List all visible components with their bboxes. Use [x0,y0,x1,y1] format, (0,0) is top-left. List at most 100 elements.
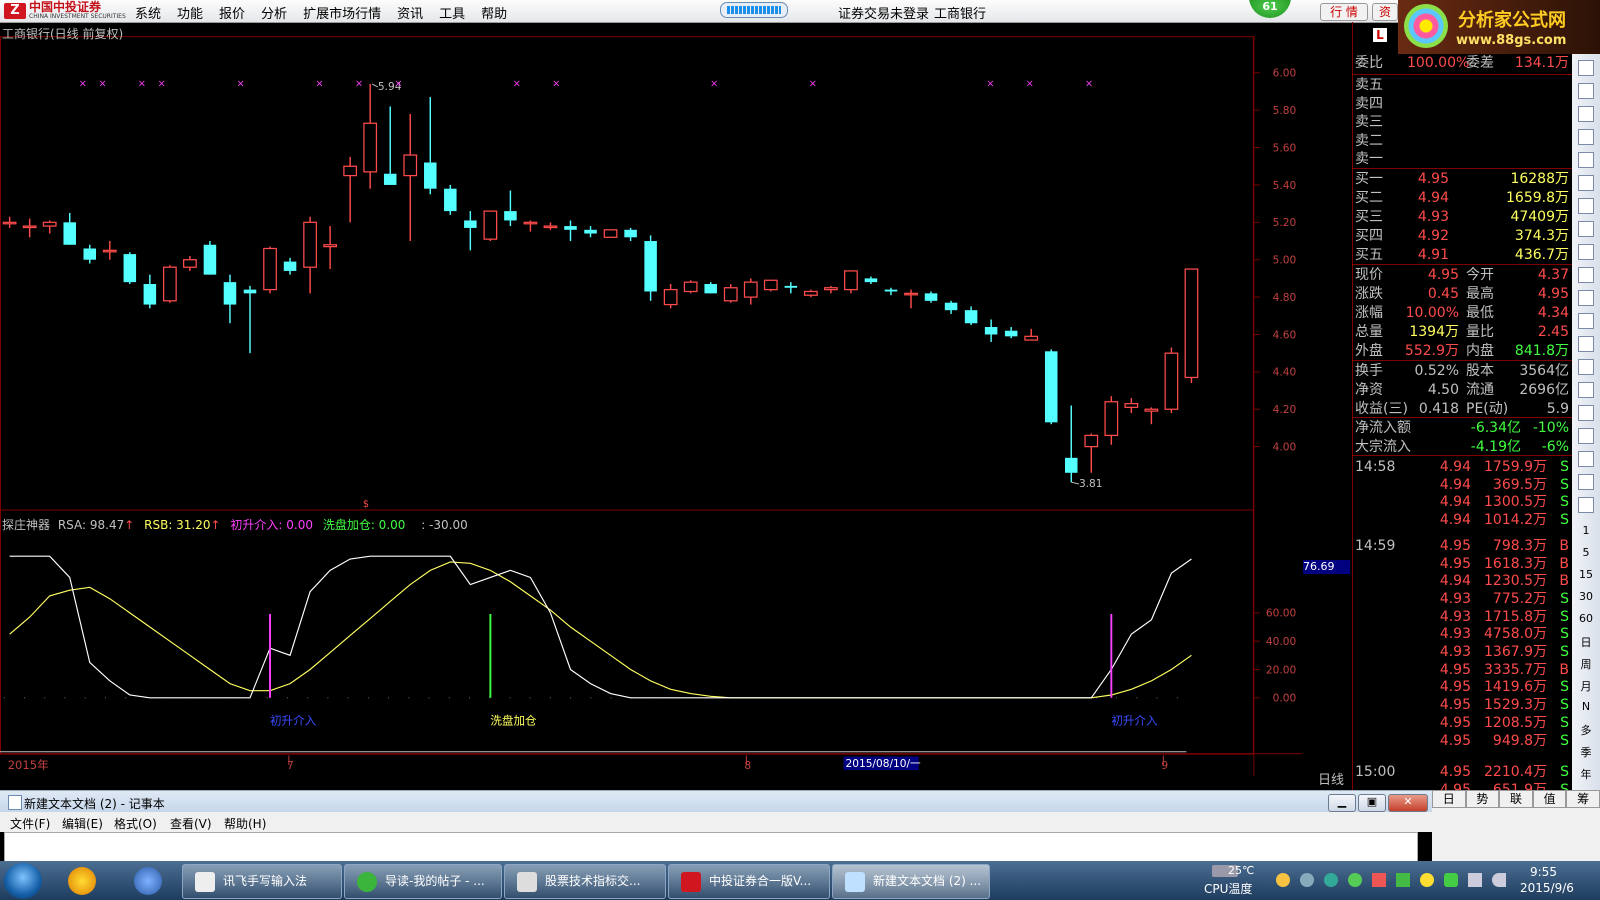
toolstrip-tool-icon[interactable] [1578,175,1594,191]
fin-value: 4.50 [1427,382,1459,398]
kline-chart[interactable]: 6.00 5.80 5.60 5.40 5.20 5.00 4.80 4.60 4.40 4.20… [0,22,1302,790]
flow-value: -6.34亿 [1470,420,1521,436]
period-shortcut[interactable]: 1 [1574,524,1598,537]
tray-volume-icon[interactable] [1492,873,1506,887]
tray-plus-icon[interactable] [1420,873,1434,887]
taskbar-app-indicator[interactable]: 股票技术指标交... [504,864,666,899]
toolstrip-tool-icon[interactable] [1578,244,1594,260]
toolstrip-tool-icon[interactable] [1578,451,1594,467]
tick-price: 4.93 [1439,608,1471,625]
toolstrip-tool-icon[interactable] [1578,129,1594,145]
menu-quote[interactable]: 报价 [211,3,253,22]
tray-monitor-icon[interactable] [1468,873,1482,887]
notepad-titlebar[interactable]: 新建文本文档 (2) - 记事本 [0,790,1432,813]
period-shortcut[interactable]: 月 [1574,678,1598,694]
fin-row: 净资 4.50 流通 2696亿 [1355,381,1571,400]
period-shortcut[interactable]: N [1574,700,1598,713]
notepad-menu-format[interactable]: 格式(O) [114,815,157,832]
stock-code-icon[interactable]: L [1373,28,1387,42]
toolstrip-tool-icon[interactable] [1578,290,1594,306]
menu-ext-market[interactable]: 扩展市场行情 [295,3,389,22]
login-status[interactable]: 证券交易未登录 [838,3,929,22]
taskbar-app-broker[interactable]: 中投证券合一版V... [668,864,830,899]
menu-system[interactable]: 系统 [127,3,169,22]
tray-people-icon[interactable] [1300,873,1314,887]
maximize-button[interactable]: ▣ [1358,794,1386,812]
tray-wechat-icon[interactable] [1348,873,1362,887]
toolstrip-tool-icon[interactable] [1578,474,1594,490]
menu-news[interactable]: 资讯 [389,3,431,22]
candle-body [223,282,237,305]
period-label[interactable]: 日线 [1318,769,1344,788]
side-tab-chips[interactable]: 筹 [1566,790,1600,808]
notepad-menu-view[interactable]: 查看(V) [170,815,212,832]
candle-body [803,290,818,296]
notepad-menu-edit[interactable]: 编辑(E) [62,815,103,832]
menu-tools[interactable]: 工具 [431,3,473,22]
toolstrip-tool-icon[interactable] [1578,267,1594,283]
taskbar-app-browser[interactable]: 导读-我的帖子 - ... [344,864,502,899]
close-button[interactable]: ✕ [1388,794,1428,812]
fin-value-2: 3564亿 [1519,363,1569,379]
toolstrip-tool-icon[interactable] [1578,60,1594,76]
toolstrip-tool-icon[interactable] [1578,497,1594,513]
clock-time[interactable]: 9:55 [1530,865,1557,879]
side-tab-value[interactable]: 值 [1532,790,1567,808]
side-tab-link[interactable]: 联 [1499,790,1533,808]
candle-body [944,302,958,311]
toolstrip-tool-icon[interactable] [1578,83,1594,99]
candle [102,241,117,260]
tray-shield-icon[interactable] [1444,873,1458,887]
candle [1164,347,1179,413]
period-shortcut[interactable]: 周 [1574,656,1598,672]
tray-network-icon[interactable] [1324,873,1338,887]
tab-trade[interactable]: 资 [1372,3,1398,21]
notepad-menu-help[interactable]: 帮助(H) [224,815,266,832]
side-tab-day[interactable]: 日 [1432,790,1466,808]
tab-quote[interactable]: 行 情 [1320,3,1368,21]
minimize-button[interactable]: ▁ [1328,794,1356,812]
period-shortcut[interactable]: 5 [1574,546,1598,559]
candle [723,284,738,303]
period-shortcut[interactable]: 日 [1574,634,1598,650]
toolstrip-tool-icon[interactable] [1578,313,1594,329]
period-shortcut[interactable]: 30 [1574,590,1598,603]
notepad-text-area[interactable] [4,832,1418,862]
start-button[interactable] [4,863,42,899]
period-shortcut[interactable]: 年 [1574,766,1598,782]
toolstrip-tool-icon[interactable] [1578,428,1594,444]
quicklaunch-pen-icon[interactable] [134,867,162,895]
tray-image-icon[interactable] [1372,873,1386,887]
tray-nvidia-icon[interactable] [1396,873,1410,887]
toolstrip-tool-icon[interactable] [1578,359,1594,375]
menu-function[interactable]: 功能 [169,3,211,22]
toolstrip-tool-icon[interactable] [1578,221,1594,237]
tray-user-icon[interactable] [1276,873,1290,887]
period-shortcut[interactable]: 季 [1574,744,1598,760]
period-shortcut[interactable]: 多 [1574,722,1598,738]
period-shortcut[interactable]: 60 [1574,612,1598,625]
speed-badge[interactable]: 61 [1249,0,1291,18]
candle-body [363,122,378,173]
clock-date[interactable]: 2015/9/6 [1520,881,1574,895]
taskbar-app-notepad[interactable]: 新建文本文档 (2) ... [832,864,990,899]
toolstrip-tool-icon[interactable] [1578,382,1594,398]
indicator-name[interactable]: 探庄神器 [2,518,50,532]
toolstrip-tool-icon[interactable] [1578,198,1594,214]
side-tab-trend[interactable]: 势 [1465,790,1500,808]
taskbar-app-handwriting[interactable]: 讯飞手写输入法 [182,864,342,899]
toolstrip-tool-icon[interactable] [1578,336,1594,352]
menu-analysis[interactable]: 分析 [253,3,295,22]
notepad-menu-file[interactable]: 文件(F) [10,815,50,832]
toolstrip-tool-icon[interactable] [1578,106,1594,122]
period-shortcut[interactable]: 15 [1574,568,1598,581]
buy-level-label: 买三 [1355,209,1383,225]
indicator-tick-label: 40.00 [1266,636,1297,648]
menu-help[interactable]: 帮助 [473,3,515,22]
sell-level-label: 卖一 [1355,151,1383,167]
fin-value-2: 5.9 [1546,401,1569,417]
candle-body [723,287,738,302]
toolstrip-tool-icon[interactable] [1578,152,1594,168]
toolstrip-tool-icon[interactable] [1578,405,1594,421]
quicklaunch-color-icon[interactable] [68,867,96,895]
